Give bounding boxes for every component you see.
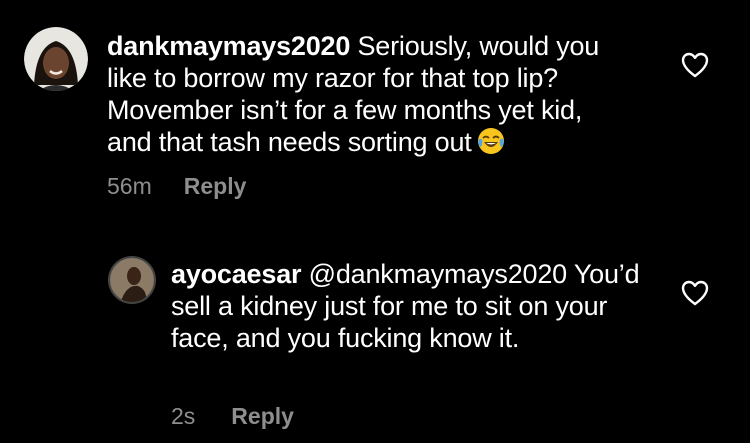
reply-button[interactable]: Reply xyxy=(184,173,247,199)
avatar[interactable] xyxy=(24,27,88,91)
reply-button[interactable]: Reply xyxy=(231,403,294,429)
comment-item: dankmaymays2020 Seriously, would you lik… xyxy=(0,0,750,220)
comment-timestamp: 2s xyxy=(171,403,196,429)
face-with-tears-of-joy-icon xyxy=(476,126,506,156)
mention-link[interactable]: @dankmaymays2020 xyxy=(309,259,568,289)
reply-comment-item: ayocaesar @dankmaymays2020 You’d sell a … xyxy=(0,220,750,443)
comment-username[interactable]: ayocaesar xyxy=(171,259,302,289)
comment-text: ayocaesar @dankmaymays2020 You’d sell a … xyxy=(171,258,641,354)
comment-username[interactable]: dankmaymays2020 xyxy=(107,31,350,61)
comment-meta: 2s Reply xyxy=(171,403,294,430)
comment-meta: 56m Reply xyxy=(107,173,246,200)
comment-text: dankmaymays2020 Seriously, would you lik… xyxy=(107,30,627,158)
heart-outline-icon[interactable] xyxy=(680,279,710,307)
comment-timestamp: 56m xyxy=(107,173,152,199)
avatar[interactable] xyxy=(108,256,156,304)
heart-outline-icon[interactable] xyxy=(680,51,710,79)
